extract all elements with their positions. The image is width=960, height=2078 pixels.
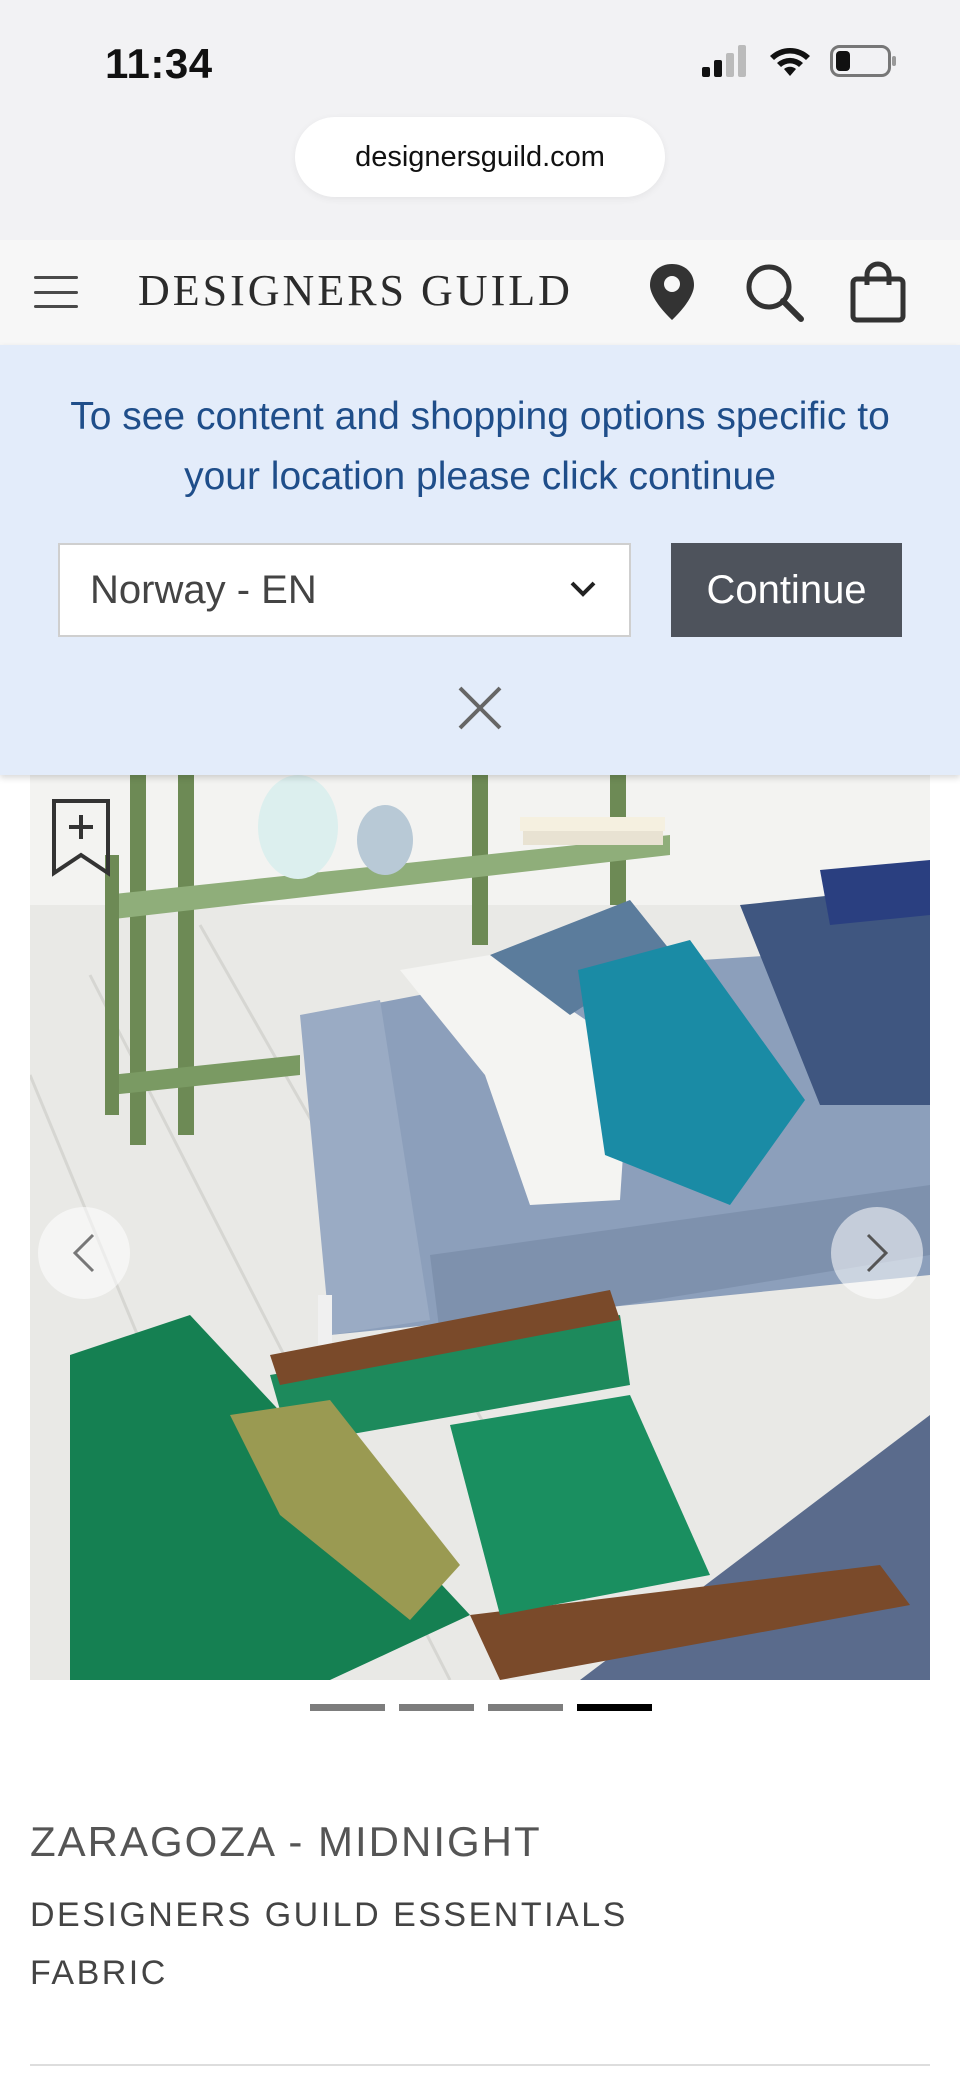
menu-icon[interactable] [34, 270, 78, 314]
location-message: To see content and shopping options spec… [70, 395, 890, 498]
next-slide-button[interactable] [831, 1207, 923, 1299]
chevron-right-icon [866, 1233, 889, 1273]
carousel-dot-active[interactable] [577, 1704, 652, 1711]
shopping-bag-icon[interactable] [846, 260, 910, 324]
chevron-down-icon [570, 581, 596, 597]
continue-button[interactable]: Continue [671, 543, 902, 637]
url-bar[interactable]: designersguild.com [295, 117, 665, 197]
add-to-wishlist-icon[interactable] [50, 797, 112, 877]
browser-address-area: designersguild.com [0, 115, 960, 240]
product-image[interactable] [30, 775, 930, 1680]
wifi-icon [770, 48, 810, 76]
product-type: FABRIC [30, 1954, 168, 1992]
product-subtitle: DESIGNERS GUILD ESSENTIALS FABRIC [30, 1886, 730, 2002]
divider [30, 2064, 930, 2066]
carousel-dot[interactable] [310, 1704, 385, 1711]
carousel-dot[interactable] [399, 1704, 474, 1711]
close-icon[interactable] [455, 683, 505, 733]
chevron-left-icon [72, 1233, 95, 1273]
status-bar: 11:34 [0, 0, 960, 115]
search-icon[interactable] [742, 260, 806, 324]
site-header: DESIGNERS GUILD [0, 240, 960, 345]
product-collection: DESIGNERS GUILD ESSENTIALS [30, 1896, 628, 1934]
region-select[interactable]: Norway - EN [58, 543, 631, 637]
carousel-indicators [310, 1704, 652, 1711]
site-logo[interactable]: DESIGNERS GUILD [138, 265, 573, 316]
product-photo [30, 775, 930, 1680]
cellular-signal-icon [702, 45, 746, 77]
region-select-value: Norway - EN [90, 567, 317, 612]
previous-slide-button[interactable] [38, 1207, 130, 1299]
location-pin-icon[interactable] [640, 260, 704, 324]
carousel-dot[interactable] [488, 1704, 563, 1711]
status-icons [702, 44, 898, 78]
location-banner: To see content and shopping options spec… [0, 345, 960, 775]
battery-icon [830, 45, 896, 77]
product-title: ZARAGOZA - MIDNIGHT [30, 1818, 542, 1865]
status-time: 11:34 [105, 40, 213, 87]
